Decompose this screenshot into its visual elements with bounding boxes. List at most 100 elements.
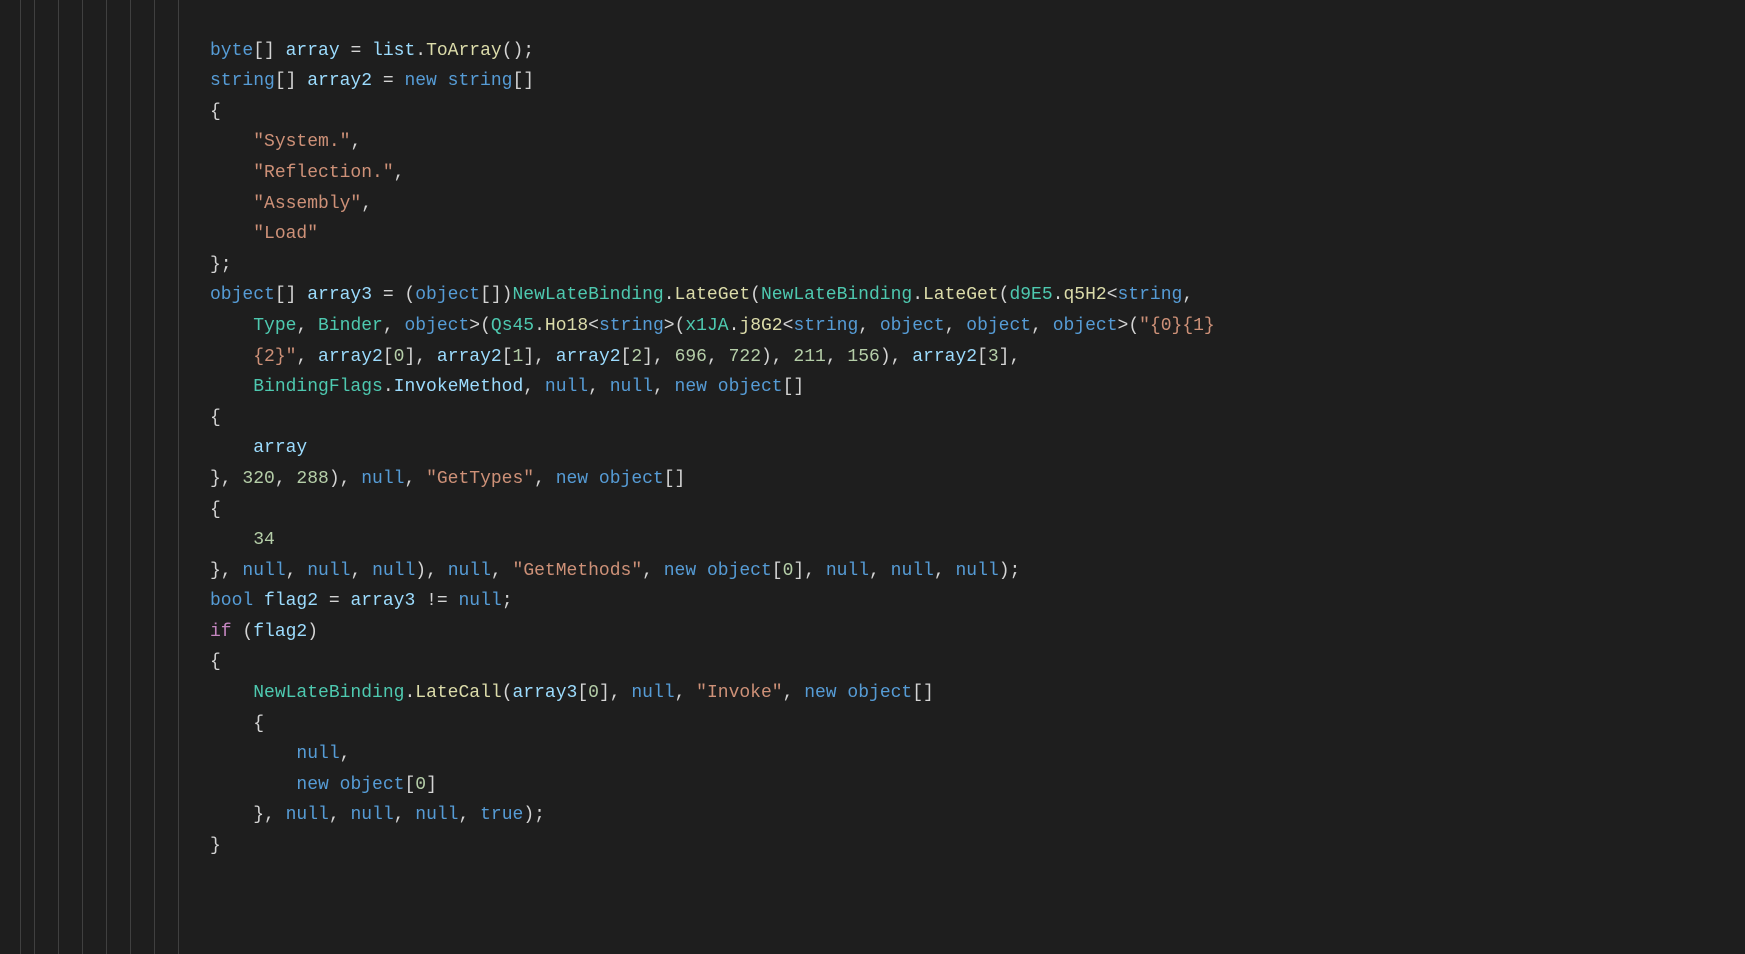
code-line[interactable]: if (flag2) bbox=[210, 622, 318, 642]
keyword-object: object bbox=[210, 285, 275, 305]
class-bindingflags: BindingFlags bbox=[253, 377, 383, 397]
string-literal: "Assembly" bbox=[253, 194, 361, 214]
code-line[interactable]: { bbox=[210, 408, 221, 428]
var-array2: array2 bbox=[307, 71, 372, 91]
code-line[interactable]: string[] array2 = new string[] bbox=[210, 71, 534, 91]
class-newlatebinding: NewLateBinding bbox=[512, 285, 663, 305]
var-array: array bbox=[286, 41, 340, 61]
method-toarray: ToArray bbox=[426, 41, 502, 61]
keyword-null: null bbox=[286, 805, 329, 825]
keyword-null: null bbox=[350, 805, 393, 825]
number-literal: 3 bbox=[988, 347, 999, 367]
keyword-new: new bbox=[675, 377, 707, 397]
keyword-true: true bbox=[480, 805, 523, 825]
code-line[interactable]: }; bbox=[210, 255, 232, 275]
class-d9e5: d9E5 bbox=[1009, 285, 1052, 305]
keyword-object: object bbox=[847, 683, 912, 703]
number-literal: 320 bbox=[242, 469, 274, 489]
keyword-string: string bbox=[210, 71, 275, 91]
code-line[interactable]: { bbox=[210, 500, 221, 520]
number-literal: 34 bbox=[253, 530, 275, 550]
var-flag2: flag2 bbox=[253, 622, 307, 642]
code-line[interactable]: null, bbox=[210, 744, 350, 764]
code-line[interactable]: }, null, null, null, true); bbox=[210, 805, 545, 825]
keyword-object: object bbox=[404, 316, 469, 336]
keyword-string: string bbox=[448, 71, 513, 91]
code-line[interactable]: bool flag2 = array3 != null; bbox=[210, 591, 513, 611]
var-array: array bbox=[253, 438, 307, 458]
code-line[interactable]: "Reflection.", bbox=[210, 163, 404, 183]
var-array3: array3 bbox=[513, 683, 578, 703]
keyword-string: string bbox=[1118, 285, 1183, 305]
keyword-null: null bbox=[307, 561, 350, 581]
keyword-object: object bbox=[599, 469, 664, 489]
method-q5h2: q5H2 bbox=[1063, 285, 1106, 305]
code-line[interactable]: }, null, null, null), null, "GetMethods"… bbox=[210, 561, 1020, 581]
class-x1ja: x1JA bbox=[685, 316, 728, 336]
keyword-null: null bbox=[631, 683, 674, 703]
code-line[interactable]: new object[0] bbox=[210, 775, 437, 795]
number-literal: 211 bbox=[793, 347, 825, 367]
string-literal: "Invoke" bbox=[696, 683, 782, 703]
var-array3: array3 bbox=[350, 591, 415, 611]
keyword-null: null bbox=[415, 805, 458, 825]
keyword-new: new bbox=[404, 71, 436, 91]
keyword-null: null bbox=[955, 561, 998, 581]
code-line[interactable]: }, 320, 288), null, "GetTypes", new obje… bbox=[210, 469, 685, 489]
keyword-null: null bbox=[610, 377, 653, 397]
gutter bbox=[0, 0, 10, 954]
string-literal: {2}" bbox=[253, 347, 296, 367]
var-flag2: flag2 bbox=[264, 591, 318, 611]
method-j8g2: j8G2 bbox=[739, 316, 782, 336]
number-literal: 2 bbox=[631, 347, 642, 367]
class-binder: Binder bbox=[318, 316, 383, 336]
keyword-null: null bbox=[826, 561, 869, 581]
number-literal: 288 bbox=[296, 469, 328, 489]
keyword-object: object bbox=[966, 316, 1031, 336]
code-line[interactable]: 34 bbox=[210, 530, 275, 550]
code-line[interactable]: { bbox=[210, 652, 221, 672]
keyword-null: null bbox=[458, 591, 501, 611]
code-line[interactable]: BindingFlags.InvokeMethod, null, null, n… bbox=[210, 377, 804, 397]
string-literal: "Load" bbox=[253, 224, 318, 244]
keyword-null: null bbox=[296, 744, 339, 764]
code-content[interactable]: byte[] array = list.ToArray(); string[] … bbox=[210, 0, 1215, 954]
keyword-byte: byte bbox=[210, 41, 253, 61]
class-qs45: Qs45 bbox=[491, 316, 534, 336]
string-literal: "{0}{1} bbox=[1139, 316, 1215, 336]
number-literal: 696 bbox=[675, 347, 707, 367]
var-array3: array3 bbox=[307, 285, 372, 305]
method-lateget: LateGet bbox=[923, 285, 999, 305]
var-array2: array2 bbox=[556, 347, 621, 367]
keyword-null: null bbox=[448, 561, 491, 581]
keyword-null: null bbox=[372, 561, 415, 581]
keyword-object: object bbox=[718, 377, 783, 397]
method-ho18: Ho18 bbox=[545, 316, 588, 336]
code-line[interactable]: } bbox=[210, 836, 221, 856]
keyword-null: null bbox=[545, 377, 588, 397]
code-editor[interactable]: byte[] array = list.ToArray(); string[] … bbox=[0, 0, 1745, 954]
var-array2: array2 bbox=[437, 347, 502, 367]
keyword-object: object bbox=[340, 775, 405, 795]
code-line[interactable]: { bbox=[210, 714, 264, 734]
method-latecall: LateCall bbox=[415, 683, 501, 703]
code-line[interactable]: "System.", bbox=[210, 132, 361, 152]
code-line[interactable]: object[] array3 = (object[])NewLateBindi… bbox=[210, 285, 1193, 305]
code-line[interactable]: Type, Binder, object>(Qs45.Ho18<string>(… bbox=[210, 316, 1215, 336]
code-line[interactable]: { bbox=[210, 102, 221, 122]
enum-invokemethod: InvokeMethod bbox=[394, 377, 524, 397]
code-line[interactable]: byte[] array = list.ToArray(); bbox=[210, 41, 534, 61]
var-list: list bbox=[372, 41, 415, 61]
class-type: Type bbox=[253, 316, 296, 336]
code-line[interactable]: NewLateBinding.LateCall(array3[0], null,… bbox=[210, 683, 934, 703]
keyword-null: null bbox=[891, 561, 934, 581]
class-newlatebinding: NewLateBinding bbox=[761, 285, 912, 305]
code-line[interactable]: array bbox=[210, 438, 307, 458]
keyword-null: null bbox=[361, 469, 404, 489]
number-literal: 1 bbox=[513, 347, 524, 367]
code-line[interactable]: "Assembly", bbox=[210, 194, 372, 214]
keyword-new: new bbox=[804, 683, 836, 703]
code-line[interactable]: {2}", array2[0], array2[1], array2[2], 6… bbox=[210, 347, 1020, 367]
code-line[interactable]: "Load" bbox=[210, 224, 318, 244]
number-literal: 0 bbox=[783, 561, 794, 581]
